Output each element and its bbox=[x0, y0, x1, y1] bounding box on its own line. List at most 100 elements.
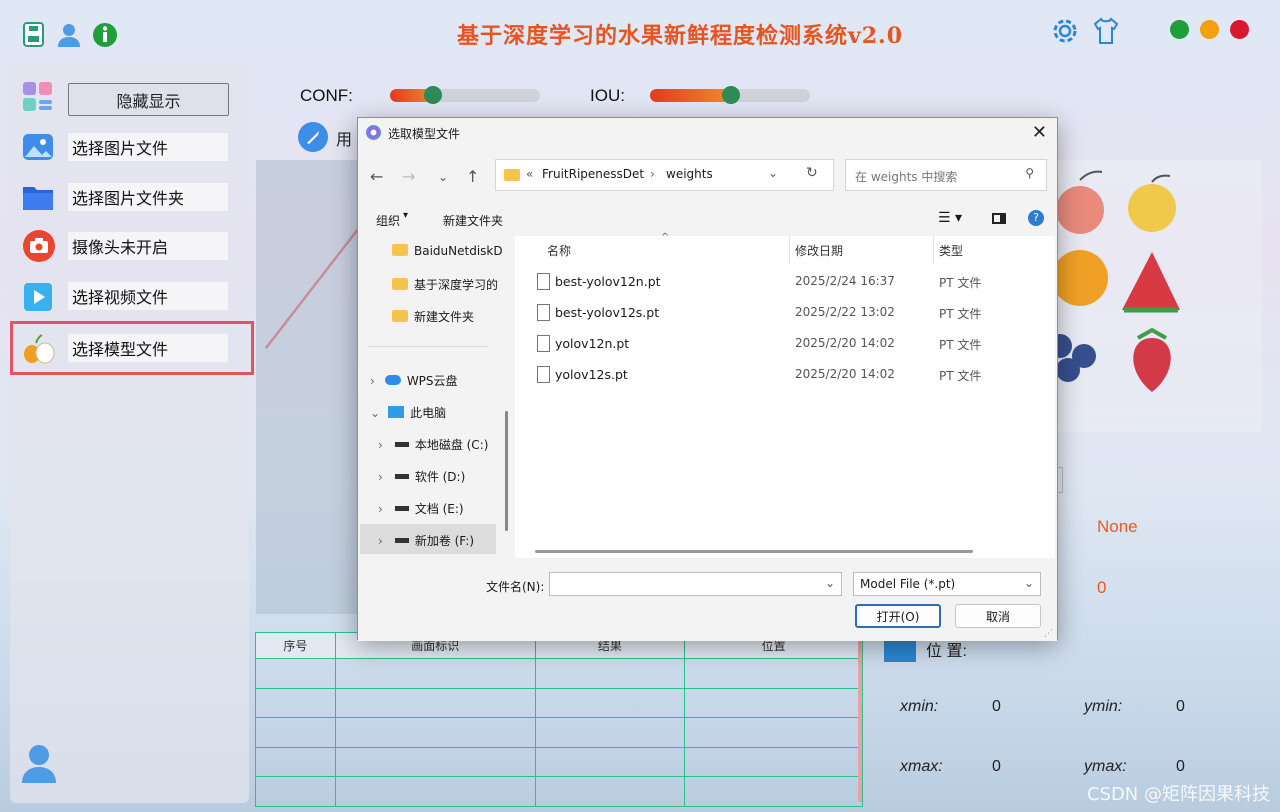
folder-icon bbox=[392, 310, 408, 322]
ymax-value: 0 bbox=[1176, 758, 1185, 775]
table-row[interactable] bbox=[255, 687, 863, 718]
file-list-pane[interactable]: ^ 名称 修改日期 类型 best-yolov12n.pt 2025/2/24 … bbox=[515, 232, 1055, 558]
select-image-folder-button[interactable]: 选择图片文件夹 bbox=[68, 183, 228, 211]
nav-drive-f[interactable]: › 新加卷 (F:) bbox=[378, 532, 474, 549]
account-avatar-icon[interactable] bbox=[20, 743, 58, 783]
nav-scrollbar[interactable] bbox=[505, 246, 508, 536]
filename-input[interactable]: ⌄ bbox=[549, 572, 842, 596]
app-title: 基于深度学习的水果新鲜程度检测系统v2.0 bbox=[456, 23, 904, 49]
minimize-button[interactable] bbox=[1200, 20, 1219, 39]
rocket-icon bbox=[297, 121, 329, 153]
recent-chevron-icon[interactable]: ⌄ bbox=[438, 170, 448, 184]
sort-up-icon: ^ bbox=[661, 232, 670, 243]
nav-drive-c[interactable]: › 本地磁盘 (C:) bbox=[378, 436, 488, 453]
new-folder-button[interactable]: 新建文件夹 bbox=[443, 212, 503, 229]
cloud-icon bbox=[384, 375, 401, 385]
search-icon: ⚲ bbox=[1025, 166, 1034, 180]
file-date: 2025/2/20 14:02 bbox=[795, 336, 895, 350]
ymin-label: ymin: bbox=[1084, 698, 1123, 715]
horizontal-scrollbar[interactable] bbox=[535, 550, 973, 553]
nav-wps-cloud[interactable]: › WPS云盘 bbox=[370, 372, 458, 389]
table-row[interactable] bbox=[255, 746, 863, 777]
col-header-date[interactable]: 修改日期 bbox=[795, 242, 843, 259]
nav-folder-baidunetdisk[interactable]: BaiduNetdiskD bbox=[392, 244, 503, 258]
file-date: 2025/2/22 13:02 bbox=[795, 305, 895, 319]
fruit-illustration bbox=[1040, 160, 1262, 432]
maximize-button[interactable] bbox=[1170, 20, 1189, 39]
dialog-footer: 文件名(N): ⌄ Model File (*.pt) ⌄ 打开(O) 取消 ⋰ bbox=[358, 558, 1057, 641]
refresh-icon[interactable]: ↻ bbox=[806, 165, 818, 181]
menu-grid-icon[interactable] bbox=[22, 81, 54, 113]
col-header-type[interactable]: 类型 bbox=[939, 242, 963, 259]
image-file-icon bbox=[22, 131, 54, 163]
file-row[interactable]: best-yolov12n.pt 2025/2/24 16:37 PT 文件 bbox=[515, 267, 1055, 297]
organize-chevron-icon[interactable]: ▾ bbox=[403, 210, 408, 221]
open-button[interactable]: 打开(O) bbox=[855, 604, 941, 628]
dialog-close-icon[interactable]: ✕ bbox=[1032, 122, 1047, 143]
view-menu-icon[interactable]: ☰ ▾ bbox=[938, 210, 962, 226]
address-dropdown-icon[interactable]: ⌄ bbox=[768, 166, 778, 180]
file-row[interactable]: best-yolov12s.pt 2025/2/22 13:02 PT 文件 bbox=[515, 298, 1055, 328]
nav-drive-e[interactable]: › 文档 (E:) bbox=[378, 500, 464, 517]
model-prefix-label: 用 bbox=[336, 130, 353, 149]
nav-drive-d[interactable]: › 软件 (D:) bbox=[378, 468, 465, 485]
file-name: best-yolov12n.pt bbox=[555, 274, 661, 289]
path-segment-weights[interactable]: weights bbox=[666, 167, 713, 181]
dialog-title: 选取模型文件 bbox=[388, 127, 461, 141]
back-arrow-icon[interactable]: ← bbox=[370, 167, 383, 186]
path-separator-icon: › bbox=[650, 167, 655, 181]
table-scroll-edge bbox=[858, 632, 862, 802]
dialog-toolbar: 组织 ▾ 新建文件夹 ☰ ▾ ? bbox=[358, 206, 1057, 236]
file-name: best-yolov12s.pt bbox=[555, 305, 660, 320]
file-date: 2025/2/24 16:37 bbox=[795, 274, 895, 288]
file-icon bbox=[537, 366, 550, 383]
forward-arrow-icon[interactable]: → bbox=[402, 167, 415, 186]
file-name: yolov12n.pt bbox=[555, 336, 630, 351]
select-image-file-button[interactable]: 选择图片文件 bbox=[68, 133, 228, 161]
preview-pane-icon[interactable] bbox=[992, 213, 1006, 224]
user-icon[interactable] bbox=[56, 22, 82, 48]
resize-grip-icon[interactable]: ⋰ bbox=[1044, 629, 1053, 639]
iou-slider-handle[interactable] bbox=[722, 86, 740, 104]
table-row[interactable] bbox=[255, 776, 863, 807]
xmin-label: xmin: bbox=[900, 698, 939, 715]
table-row[interactable] bbox=[255, 717, 863, 748]
file-row[interactable]: yolov12s.pt 2025/2/20 14:02 PT 文件 bbox=[515, 360, 1055, 390]
nav-this-pc[interactable]: ⌄ 此电脑 bbox=[370, 404, 446, 421]
filename-dropdown-icon[interactable]: ⌄ bbox=[825, 576, 835, 590]
up-arrow-icon[interactable]: ↑ bbox=[466, 167, 479, 186]
xmax-label: xmax: bbox=[900, 758, 943, 775]
file-type: PT 文件 bbox=[939, 338, 982, 352]
file-type-filter[interactable]: Model File (*.pt) ⌄ bbox=[853, 572, 1041, 596]
settings-gear-icon[interactable] bbox=[1050, 16, 1080, 46]
save-icon[interactable] bbox=[22, 22, 48, 48]
path-segment-fruitripenessdet[interactable]: FruitRipenessDet bbox=[542, 167, 644, 181]
navigation-pane[interactable]: BaiduNetdiskD 基于深度学习的 新建文件夹 › WPS云盘 ⌄ 此电脑 … bbox=[358, 236, 513, 558]
address-bar[interactable]: « FruitRipenessDet › weights ⌄ ↻ bbox=[495, 159, 834, 191]
help-icon[interactable]: ? bbox=[1028, 210, 1044, 226]
dialog-titlebar[interactable]: 选取模型文件 ✕ bbox=[358, 118, 1057, 148]
info-icon[interactable] bbox=[92, 22, 118, 48]
file-name: yolov12s.pt bbox=[555, 367, 628, 382]
cancel-button[interactable]: 取消 bbox=[955, 604, 1041, 628]
nav-folder-project[interactable]: 基于深度学习的 bbox=[392, 276, 498, 293]
conf-label: CONF: bbox=[300, 86, 353, 105]
conf-slider-handle[interactable] bbox=[424, 86, 442, 104]
conf-slider-track[interactable] bbox=[390, 89, 540, 102]
folder-icon bbox=[392, 278, 408, 290]
filter-dropdown-icon[interactable]: ⌄ bbox=[1024, 576, 1034, 590]
table-row[interactable] bbox=[255, 658, 863, 689]
file-row[interactable]: yolov12n.pt 2025/2/20 14:02 PT 文件 bbox=[515, 329, 1055, 359]
hide-display-button[interactable]: 隐藏显示 bbox=[68, 83, 229, 116]
select-model-file-dialog[interactable]: 选取模型文件 ✕ ← → ⌄ ↑ « FruitRipenessDet › we… bbox=[357, 117, 1058, 641]
close-button[interactable] bbox=[1230, 20, 1249, 39]
col-header-name[interactable]: 名称 bbox=[547, 242, 571, 259]
results-table[interactable]: 序号 画面标识 结果 位置 bbox=[255, 632, 863, 807]
camera-toggle-button[interactable]: 摄像头未开启 bbox=[68, 232, 228, 260]
organize-menu[interactable]: 组织 bbox=[376, 212, 400, 229]
search-input[interactable]: 在 weights 中搜索 ⚲ bbox=[845, 159, 1047, 191]
select-video-file-button[interactable]: 选择视频文件 bbox=[68, 282, 228, 310]
col-header-index[interactable]: 序号 bbox=[255, 632, 336, 659]
theme-shirt-icon[interactable] bbox=[1091, 16, 1121, 46]
nav-folder-new[interactable]: 新建文件夹 bbox=[392, 308, 474, 325]
